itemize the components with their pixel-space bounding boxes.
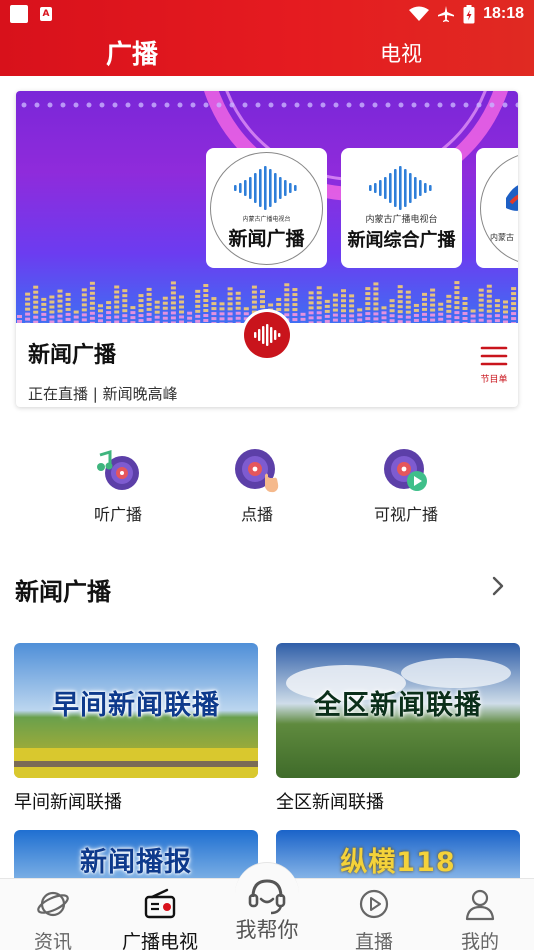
user-icon (465, 889, 495, 921)
shortcut-listen-radio[interactable]: 听广播 (68, 447, 168, 525)
shortcut-on-demand[interactable]: 点播 (207, 447, 307, 525)
program-card[interactable]: 全区新闻联播 全区新闻联播 (276, 643, 520, 814)
program-name: 早间新闻联播 (14, 792, 122, 813)
program-thumbnail: 早间新闻联播 (14, 643, 258, 778)
station-card-news[interactable]: 内蒙古广播电视台 新闻广播 (206, 148, 327, 268)
program-title-overlay: 新闻播报 (80, 847, 192, 878)
live-audio-button[interactable] (241, 309, 293, 361)
music-record-icon (97, 449, 139, 490)
station-card-partial[interactable]: 内蒙古 (476, 148, 518, 268)
tab-radio[interactable]: 广播 (106, 34, 158, 71)
nav-label: 我的 (460, 931, 499, 950)
program-title-overlay: 全区新闻联播 (314, 690, 482, 721)
airplane-icon (438, 6, 455, 22)
station-org-label: 内蒙古 (490, 233, 514, 242)
nav-label: 我帮你 (235, 918, 299, 942)
current-channel-title: 新闻广播 (28, 343, 117, 368)
battery-icon (463, 4, 475, 23)
list-icon (480, 346, 508, 366)
status-time: 18:18 (483, 5, 524, 22)
schedule-button[interactable]: 节目单 (478, 345, 510, 385)
record-play-icon (384, 449, 427, 491)
top-tab-bar: 广播 电视 (0, 28, 534, 76)
channel-carousel[interactable]: 内蒙古广播电视台 新闻广播 内蒙古广播电视台 新闻综合广播 内蒙古 (16, 91, 518, 323)
station-name: 新闻综合广播 (347, 230, 456, 251)
station-name: 新闻广播 (228, 228, 305, 250)
a-badge-icon: A (40, 7, 52, 21)
schedule-label: 节目单 (480, 375, 508, 385)
shortcut-label: 点播 (240, 505, 273, 524)
planet-icon (37, 891, 69, 917)
shortcut-label: 听广播 (93, 505, 142, 524)
sound-wave-icon (254, 324, 281, 346)
chevron-right-icon[interactable] (488, 574, 508, 598)
station-org-label: 内蒙古广播电视台 (365, 215, 438, 225)
station-card-news-general[interactable]: 内蒙古广播电视台 新闻综合广播 (341, 148, 462, 268)
station-org-label: 内蒙古广播电视台 (242, 216, 291, 223)
headset-icon (248, 878, 286, 914)
nav-radio-tv[interactable]: 广播电视 (115, 887, 205, 950)
live-channel-card[interactable]: 内蒙古广播电视台 新闻广播 内蒙古广播电视台 新闻综合广播 内蒙古 新闻广播 正… (16, 91, 518, 407)
radio-icon (144, 888, 176, 919)
nav-mine[interactable]: 我的 (435, 887, 525, 950)
nav-label: 直播 (354, 931, 393, 950)
program-thumbnail: 全区新闻联播 (276, 643, 520, 778)
station-logo-icon (506, 185, 518, 211)
dot-row-decoration (21, 102, 518, 108)
nav-label: 资讯 (33, 931, 72, 950)
shortcut-label: 可视广播 (373, 505, 438, 524)
program-card[interactable]: 早间新闻联播 早间新闻联播 (14, 643, 258, 814)
nav-news[interactable]: 资讯 (8, 887, 98, 950)
record-tap-icon (235, 449, 279, 493)
sound-wave-icon (234, 166, 297, 210)
status-bar: A 18:18 (0, 0, 534, 28)
program-title-overlay: 纵横118 (340, 847, 456, 878)
section-title: 新闻广播 (15, 578, 111, 606)
tab-tv[interactable]: 电视 (380, 38, 422, 68)
now-playing-text: 正在直播 | 新闻晚高峰 (28, 385, 178, 403)
nav-live[interactable]: 直播 (329, 887, 419, 950)
shortcut-visual-radio[interactable]: 可视广播 (356, 447, 456, 525)
wifi-icon (409, 6, 430, 21)
nav-label: 广播电视 (121, 931, 198, 950)
sound-wave-icon (369, 166, 432, 210)
program-title-overlay: 早间新闻联播 (52, 690, 220, 721)
program-name: 全区新闻联播 (276, 792, 384, 813)
notification-square-icon (10, 5, 28, 23)
play-circle-icon (359, 889, 389, 919)
nav-help-you[interactable]: 我帮你 (230, 862, 304, 944)
